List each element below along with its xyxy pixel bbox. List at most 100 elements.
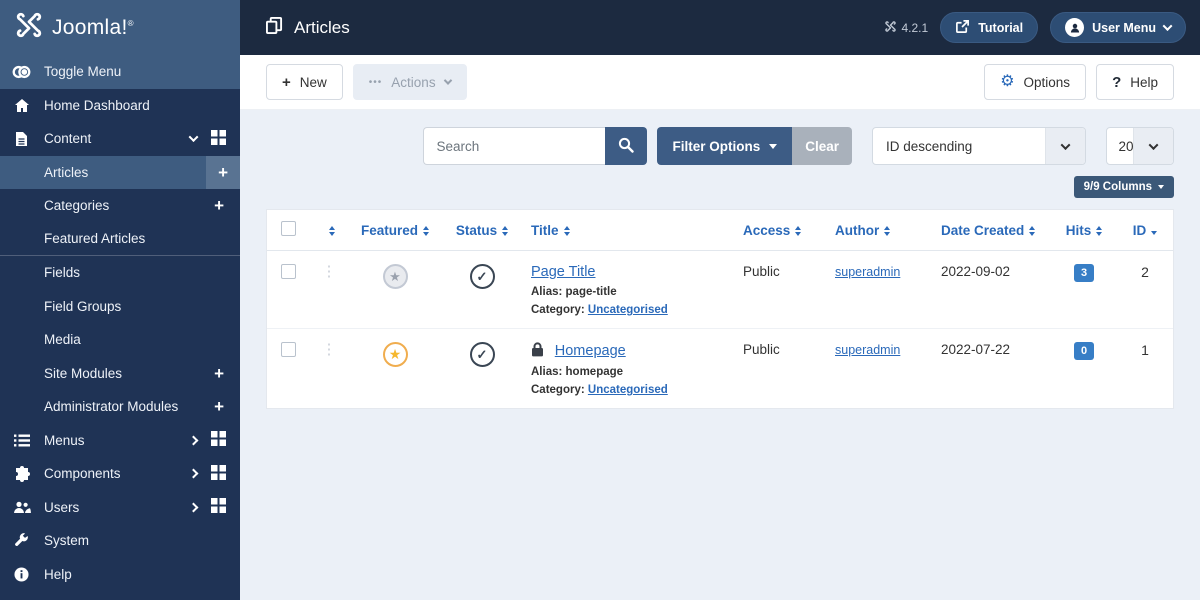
sidebar-item-categories[interactable]: Categories + — [0, 189, 240, 223]
add-admin-module-button[interactable]: + — [210, 398, 228, 415]
toolbar-right: ⚙ Options ? Help — [984, 64, 1174, 100]
column-header-status[interactable]: Status — [441, 210, 523, 251]
header: Joomla!® Articles 4.2.1 Tutorial User Me… — [0, 0, 1200, 55]
version-indicator: 4.2.1 — [885, 21, 928, 35]
published-status-toggle[interactable]: ✓ — [469, 342, 495, 367]
caret-down-icon — [1158, 185, 1164, 189]
sidebar-item-help[interactable]: Help — [0, 558, 240, 592]
sidebar-item-toggle-menu[interactable]: Toggle Menu — [0, 55, 240, 89]
brand-logo[interactable]: Joomla!® — [0, 0, 240, 55]
sidebar-item-system[interactable]: System — [0, 524, 240, 558]
sidebar-item-menus[interactable]: Menus — [0, 424, 240, 458]
row-checkbox[interactable] — [280, 264, 296, 279]
sidebar-item-featured-articles[interactable]: Featured Articles — [0, 223, 240, 256]
tutorial-label: Tutorial — [978, 20, 1024, 35]
column-header-id[interactable]: ID — [1117, 210, 1173, 251]
select-all-checkbox[interactable] — [280, 221, 296, 236]
sidebar-item-label: Users — [44, 499, 80, 515]
sidebar-item-site-modules[interactable]: Site Modules + — [0, 357, 240, 391]
column-header-author[interactable]: Author — [827, 210, 933, 251]
plus-icon: + — [282, 73, 291, 91]
content-dashboard-icon[interactable] — [211, 129, 226, 148]
chevron-right-icon — [188, 502, 199, 513]
search-button[interactable] — [605, 127, 648, 165]
body: Toggle Menu Home Dashboard Content Artic… — [0, 55, 1200, 600]
column-header-title[interactable]: Title — [523, 210, 735, 251]
topbar: Articles 4.2.1 Tutorial User Menu — [240, 0, 1200, 55]
sidebar-item-field-groups[interactable]: Field Groups — [0, 290, 240, 324]
sort-order-select[interactable]: ID descending — [872, 127, 1086, 165]
author-link[interactable]: superadmin — [835, 343, 900, 357]
columns-button[interactable]: 9/9 Columns — [1073, 176, 1174, 198]
question-icon: ? — [1112, 73, 1122, 91]
sidebar-item-media[interactable]: Media — [0, 323, 240, 357]
filter-options-button[interactable]: Filter Options — [657, 127, 793, 165]
puzzle-icon — [12, 465, 31, 482]
sidebar-item-administrator-modules[interactable]: Administrator Modules + — [0, 390, 240, 424]
sidebar-item-users[interactable]: Users — [0, 491, 240, 525]
content: Filter Options Clear ID descending 20 — [240, 110, 1200, 600]
actions-button[interactable]: ••• Actions — [352, 64, 467, 100]
column-header-access[interactable]: Access — [735, 210, 827, 251]
user-menu-button[interactable]: User Menu — [1050, 12, 1186, 43]
sidebar-item-label: Home Dashboard — [44, 97, 150, 113]
sidebar-item-label: Administrator Modules — [44, 399, 179, 415]
date-created-cell: 2022-07-22 — [941, 342, 1011, 357]
article-title-link[interactable]: Page Title — [531, 264, 596, 280]
toolbar: + New ••• Actions ⚙ Options ? Help — [240, 55, 1200, 110]
sidebar-item-articles[interactable]: Articles + — [0, 155, 240, 189]
featured-toggle[interactable]: ★ — [382, 342, 408, 367]
list-limit-select[interactable]: 20 — [1106, 127, 1174, 165]
access-cell: Public — [743, 342, 780, 357]
users-dashboard-icon[interactable] — [211, 498, 226, 516]
table-header-row: Featured Status Title Access Author Date… — [267, 210, 1173, 251]
new-button[interactable]: + New — [266, 64, 343, 100]
menus-dashboard-icon[interactable] — [211, 431, 226, 449]
wrench-icon — [12, 533, 31, 548]
category-link[interactable]: Uncategorised — [588, 384, 668, 396]
sidebar-item-label: Featured Articles — [44, 231, 146, 247]
id-cell: 2 — [1117, 250, 1173, 329]
drag-handle-icon[interactable]: ⋮ — [322, 263, 337, 280]
chevron-right-icon — [188, 468, 199, 479]
author-link[interactable]: superadmin — [835, 265, 900, 279]
sidebar-item-fields[interactable]: Fields — [0, 256, 240, 290]
sidebar-item-label: Articles — [44, 164, 89, 180]
sidebar: Toggle Menu Home Dashboard Content Artic… — [0, 55, 240, 600]
drag-handle-icon[interactable]: ⋮ — [322, 341, 337, 358]
users-icon — [12, 501, 31, 514]
help-button[interactable]: ? Help — [1096, 64, 1174, 100]
add-category-button[interactable]: + — [210, 197, 228, 214]
sidebar-item-label: System — [44, 533, 90, 549]
clear-button[interactable]: Clear — [792, 127, 852, 165]
components-dashboard-icon[interactable] — [211, 464, 226, 483]
sidebar-item-components[interactable]: Components — [0, 457, 240, 491]
hits-badge: 0 — [1073, 342, 1095, 360]
date-created-cell: 2022-09-02 — [933, 250, 1051, 329]
page-title-label: Articles — [294, 17, 350, 37]
column-header-hits[interactable]: Hits — [1051, 210, 1117, 251]
chevron-down-icon — [1162, 21, 1173, 32]
article-title-link[interactable]: Homepage — [555, 343, 626, 359]
column-header-featured[interactable]: Featured — [349, 210, 441, 251]
toolbar-left: + New ••• Actions — [266, 64, 467, 100]
published-status-toggle[interactable]: ✓ — [469, 264, 495, 289]
options-button[interactable]: ⚙ Options — [984, 64, 1087, 100]
row-checkbox[interactable] — [280, 342, 296, 357]
tutorial-button[interactable]: Tutorial — [940, 12, 1039, 43]
unfeatured-toggle[interactable]: ★ — [382, 264, 408, 289]
sidebar-item-home-dashboard[interactable]: Home Dashboard — [0, 89, 240, 123]
add-site-module-button[interactable]: + — [210, 365, 228, 382]
add-article-button[interactable]: + — [214, 164, 232, 181]
lock-icon — [531, 342, 548, 360]
sidebar-item-label: Menus — [44, 432, 85, 448]
category-link[interactable]: Uncategorised — [588, 304, 668, 316]
new-button-label: New — [299, 74, 327, 90]
column-header-date-created[interactable]: Date Created — [933, 210, 1051, 251]
sidebar-item-label: Categories — [44, 198, 110, 214]
sidebar-item-label: Media — [44, 332, 81, 348]
search-input[interactable] — [423, 127, 606, 165]
check-icon: ✓ — [476, 268, 488, 284]
sidebar-item-content[interactable]: Content — [0, 122, 240, 156]
column-header-ordering[interactable] — [309, 210, 349, 251]
